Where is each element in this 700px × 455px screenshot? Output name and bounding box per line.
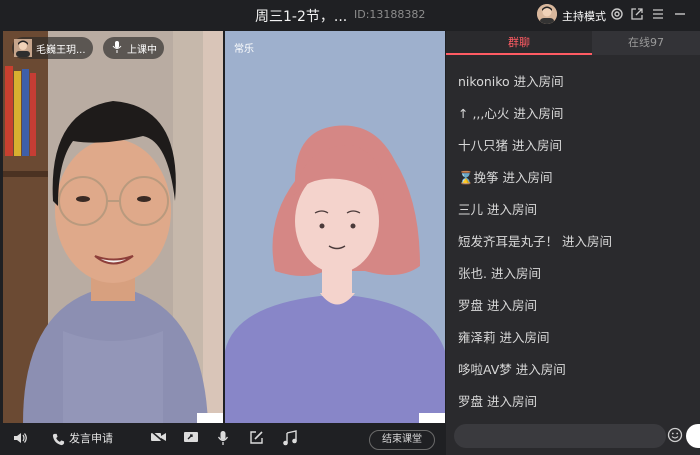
list-item: 短发齐耳是丸子！ 进入房间 xyxy=(458,234,612,249)
minimize-icon[interactable] xyxy=(672,7,688,23)
student-avatar-illustration xyxy=(225,31,445,423)
chat-input[interactable] xyxy=(454,424,666,448)
live-classroom-window: 周三1-2节，... ID:13188382 主持模式 毛巍王玥... 上课中 … xyxy=(0,0,700,455)
end-class-button[interactable]: 结束课堂 xyxy=(369,430,435,450)
message-list: nikoniko 进入房间 ↑ ,,,心火 进入房间 十八只猪 进入房间 ⌛挽筝… xyxy=(458,71,694,423)
settings-icon[interactable] xyxy=(609,7,625,23)
list-item: 十八只猪 进入房间 xyxy=(458,138,562,153)
list-item: 罗盘 进入房间 xyxy=(458,394,537,409)
speak-request-label: 发言申请 xyxy=(69,432,113,445)
menu-icon[interactable] xyxy=(650,7,666,23)
speak-request-button[interactable]: 发言申请 xyxy=(52,430,113,448)
send-button[interactable] xyxy=(686,424,700,448)
student-name: 常乐 xyxy=(234,44,254,55)
teacher-video[interactable]: 毛巍王玥... 上课中 xyxy=(3,31,223,423)
bottom-toolbar: 发言申请 结束课堂 xyxy=(0,423,445,455)
class-status-pill: 上课中 xyxy=(103,37,164,59)
screen-share-icon[interactable] xyxy=(183,430,199,448)
list-item: ⌛挽筝 进入房间 xyxy=(458,170,553,185)
window-title: 周三1-2节，... xyxy=(255,9,348,25)
teacher-avatar xyxy=(14,39,32,57)
video-corner-mark xyxy=(197,413,223,423)
tab-group-chat[interactable]: 群聊 xyxy=(446,31,592,55)
teacher-video-frame xyxy=(3,31,223,423)
chat-tabs: 群聊 在线97 xyxy=(446,31,700,55)
list-item: 张也. 进入房间 xyxy=(458,266,541,281)
list-item: 雍泽莉 进入房间 xyxy=(458,330,550,345)
chat-panel: 群聊 在线97 nikoniko 进入房间 ↑ ,,,心火 进入房间 十八只猪 … xyxy=(446,31,700,455)
video-corner-mark xyxy=(419,413,445,423)
list-item: ↑ ,,,心火 进入房间 xyxy=(458,106,564,121)
host-avatar[interactable] xyxy=(537,4,557,24)
list-item: 哆啦AV梦 进入房间 xyxy=(458,362,566,377)
teacher-name-pill[interactable]: 毛巍王玥... xyxy=(12,37,93,59)
external-link-icon[interactable] xyxy=(629,7,645,23)
tab-online[interactable]: 在线97 xyxy=(592,31,700,55)
host-mode-label[interactable]: 主持模式 xyxy=(562,8,606,24)
microphone-icon xyxy=(110,41,124,55)
list-item: 三儿 进入房间 xyxy=(458,202,537,217)
class-status: 上课中 xyxy=(127,44,157,56)
list-item: 罗盘 进入房间 xyxy=(458,298,537,313)
emoji-icon[interactable] xyxy=(666,427,684,445)
room-id: ID:13188382 xyxy=(354,8,426,21)
edit-icon[interactable] xyxy=(249,430,264,448)
microphone-icon[interactable] xyxy=(217,430,229,448)
title-bar: 周三1-2节，... ID:13188382 主持模式 xyxy=(0,0,700,30)
student-video[interactable]: 常乐 xyxy=(225,31,445,423)
music-icon[interactable] xyxy=(282,430,297,448)
camera-icon[interactable] xyxy=(150,430,167,448)
teacher-name: 毛巍王玥... xyxy=(36,44,86,56)
speaker-icon[interactable] xyxy=(12,430,28,448)
hourglass-icon: ⌛ xyxy=(458,170,474,185)
phone-icon xyxy=(52,433,65,445)
list-item: nikoniko 进入房间 xyxy=(458,74,564,89)
